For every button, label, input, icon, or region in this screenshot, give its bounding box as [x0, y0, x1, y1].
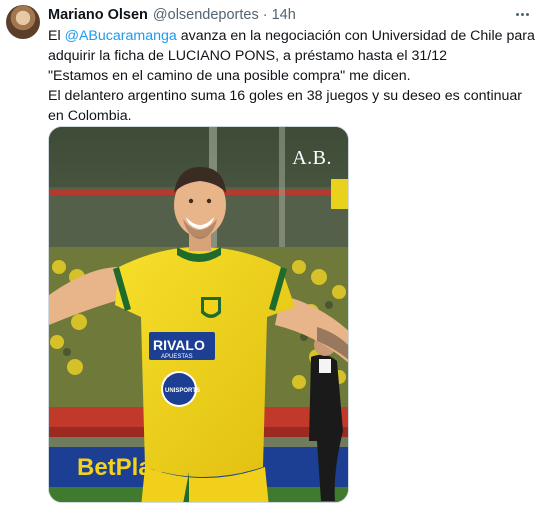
- tweet-timestamp[interactable]: 14h: [272, 7, 296, 23]
- tweet-line-3: "Estamos en el camino de una posible com…: [48, 68, 411, 84]
- tweet-header: Mariano Olsen @olsendeportes · 14h: [48, 6, 296, 24]
- photo-illustration: BetPlay RIVALO APUESTAS UNISPORTS: [49, 127, 348, 502]
- tweet-text-fragment: El: [48, 28, 65, 44]
- author-avatar[interactable]: [6, 5, 40, 39]
- separator-dot: ·: [262, 7, 268, 23]
- jersey-sponsor-sub: APUESTAS: [161, 354, 193, 360]
- tweet-text-fragment: avanza en la negociación con Universidad…: [176, 28, 535, 44]
- tweet-line-4: El delantero argentino suma 16 goles en …: [48, 88, 523, 104]
- tweet-line-5: en Colombia.: [48, 108, 132, 124]
- author-handle[interactable]: @olsendeportes: [153, 7, 259, 23]
- tweet-text: El @ABucaramanga avanza en la negociació…: [48, 26, 548, 126]
- jersey-badge: UNISPORTS: [165, 388, 200, 394]
- tweet-line-1: El @ABucaramanga avanza en la negociació…: [48, 26, 548, 46]
- tweet-line-2: adquirir la ficha de LUCIANO PONS, a pré…: [48, 48, 448, 64]
- more-options-icon[interactable]: [510, 4, 534, 24]
- mention-link[interactable]: @ABucaramanga: [65, 28, 177, 44]
- tweet: Mariano Olsen @olsendeportes · 14h El @A…: [0, 0, 556, 515]
- jersey-sponsor: RIVALO: [153, 337, 205, 353]
- tweet-photo[interactable]: BetPlay RIVALO APUESTAS UNISPORTS A.B.: [48, 126, 349, 503]
- brand-watermark: A.B.: [292, 147, 332, 169]
- author-name[interactable]: Mariano Olsen: [48, 7, 148, 23]
